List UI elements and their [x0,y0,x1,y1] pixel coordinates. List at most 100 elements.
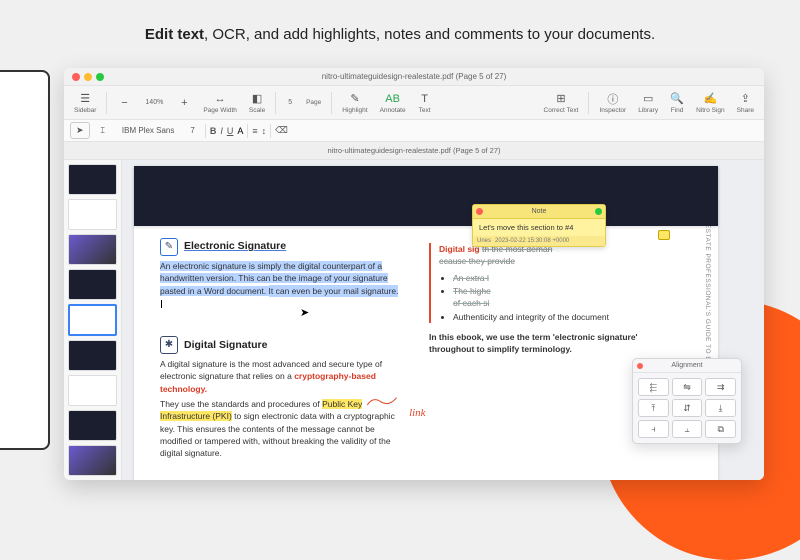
ebook-note[interactable]: In this ebook, we use the term 'electron… [429,331,670,356]
page-thumbnail[interactable] [68,269,117,300]
scale-button[interactable]: ◧ Scale [245,90,269,116]
page-thumbnail-selected[interactable] [68,304,117,335]
sticky-note-header[interactable]: Note [473,205,605,219]
zoom-window-icon[interactable] [96,73,104,81]
nitro-sign-icon: ✍ [703,92,717,106]
annotate-icon: AB [386,92,400,106]
font-color-button[interactable]: A [237,126,243,136]
sticky-note-title: Note [532,208,547,215]
page-thumbnail[interactable] [68,445,117,476]
digital-signature-p2[interactable]: They use the standards and procedures of… [160,398,401,460]
electronic-signature-heading[interactable]: ✎ Electronic Signature [160,238,401,256]
line-spacing-button[interactable]: ↕ [262,126,267,136]
freehand-annotation[interactable]: link [366,394,426,422]
font-size-select[interactable]: 7 [184,123,200,138]
align-button[interactable]: ≡ [252,126,257,136]
tab-title: nitro-ultimateguidesign-realestate.pdf (… [327,146,500,155]
find-button[interactable]: 🔍 Find [666,90,688,116]
distribute-v-button[interactable]: ⫠ [672,420,703,438]
annotate-button[interactable]: AB Annotate [376,90,410,116]
underline-button[interactable]: U [227,126,234,136]
page-thumbnail[interactable] [68,234,117,265]
close-icon[interactable] [72,73,80,81]
align-center-v-button[interactable]: ⇵ [672,399,703,417]
align-right-button[interactable]: ⇉ [705,378,736,396]
text-tool[interactable]: 𝙸 [94,122,112,139]
mouse-cursor-icon: ➤ [300,307,309,319]
zoom-value[interactable]: 140% [139,96,169,109]
main-toolbar: ☰ Sidebar − 140% + ↔ Page Width ◧ Scale … [64,86,764,120]
correct-text-button[interactable]: ⊞ Correct Text [540,90,583,116]
headline-rest: , OCR, and add highlights, notes and com… [204,26,655,43]
minus-icon: − [117,96,131,110]
page-width-icon: ↔ [213,92,227,106]
digital-signature-heading[interactable]: ✱ Digital Signature [160,336,401,354]
page-thumbnail[interactable] [68,410,117,441]
text-button[interactable]: T Text [414,90,436,116]
distribute-h-button[interactable]: ⫞ [638,420,669,438]
sticky-note-footer: Unes 2023-02-22 15:30:08 +0000 [473,236,605,246]
nitro-sign-button[interactable]: ✍ Nitro Sign [692,90,729,116]
callout-block[interactable]: Digital sig th the most deman ecause the… [429,243,670,323]
page-value[interactable]: 5 [282,96,298,109]
sidebar-button[interactable]: ☰ Sidebar [70,90,100,116]
inspector-button[interactable]: ⓘ Inspector [595,90,630,116]
window-controls [72,73,104,81]
pointer-tool[interactable]: ➤ [70,122,90,139]
text-caret [161,300,162,308]
sticky-note-date: 2023-02-22 15:30:08 +0000 [495,238,569,244]
alignment-popup-title: Alignment [671,362,702,369]
zoom-out-button[interactable]: − [113,94,135,112]
match-size-button[interactable]: ⧉ [705,420,736,438]
share-button[interactable]: ⇪ Share [733,90,758,116]
sticky-note-body[interactable]: Let's move this section to #4 [473,219,605,236]
highlight-button[interactable]: ✎ Highlight [338,90,371,116]
page-thumbnail[interactable] [68,164,117,195]
alignment-popup-header[interactable]: Alignment [633,359,741,373]
pointer-icon: ➤ [76,125,84,136]
page-thumbnail[interactable] [68,199,117,230]
minimize-icon[interactable] [84,73,92,81]
align-top-button[interactable]: ⤒ [638,399,669,417]
format-toolbar: ➤ 𝙸 IBM Plex Sans 7 B I U A ≡ ↕ ⌫ [64,120,764,142]
sticky-note-popup[interactable]: Note Let's move this section to #4 Unes … [472,204,606,247]
headline-bold: Edit text [145,26,204,43]
sticky-note-anchor-icon[interactable] [658,230,670,240]
sticky-note-user: Unes [477,238,491,244]
text-cursor-icon: 𝙸 [100,125,106,136]
document-tab[interactable]: nitro-ultimateguidesign-realestate.pdf (… [64,142,764,160]
close-icon[interactable] [476,208,483,215]
page-thumbnail[interactable] [68,340,117,371]
bold-button[interactable]: B [210,126,217,136]
close-icon[interactable] [637,363,643,369]
font-select[interactable]: IBM Plex Sans [116,123,180,138]
page-thumbnail[interactable] [68,375,117,406]
content-area: THE REAL ESTATE PROFESSIONAL'S GUIDE TO … [64,160,764,480]
pen-square-icon: ✎ [160,238,178,256]
share-icon: ⇪ [738,92,752,106]
italic-button[interactable]: I [220,126,223,136]
alignment-popup[interactable]: Alignment ⬱ ⇋ ⇉ ⤒ ⇵ ⤓ ⫞ ⫠ ⧉ [632,358,742,444]
align-center-h-button[interactable]: ⇋ [672,378,703,396]
text-icon: T [418,92,432,106]
thumbnail-sidebar[interactable] [64,160,122,480]
digital-signature-p1[interactable]: A digital signature is the most advanced… [160,358,401,395]
electronic-signature-text[interactable]: An electronic signature is simply the di… [160,260,401,309]
search-icon: 🔍 [670,92,684,106]
app-window: nitro-ultimateguidesign-realestate.pdf (… [64,68,764,480]
page-width-button[interactable]: ↔ Page Width [199,90,241,116]
expand-icon[interactable] [595,208,602,215]
align-left-button[interactable]: ⬱ [638,378,669,396]
plus-icon: + [177,96,191,110]
titlebar[interactable]: nitro-ultimateguidesign-realestate.pdf (… [64,68,764,86]
library-button[interactable]: ▭ Library [634,90,662,116]
page-canvas[interactable]: THE REAL ESTATE PROFESSIONAL'S GUIDE TO … [122,160,764,480]
highlight-icon: ✎ [348,92,362,106]
zoom-in-button[interactable]: + [173,94,195,112]
next-page-peek [134,166,718,226]
inspector-icon: ⓘ [606,92,620,106]
eraser-button[interactable]: ⌫ [275,125,288,136]
background-tablet [0,70,50,450]
align-bottom-button[interactable]: ⤓ [705,399,736,417]
sidebar-icon: ☰ [78,92,92,106]
